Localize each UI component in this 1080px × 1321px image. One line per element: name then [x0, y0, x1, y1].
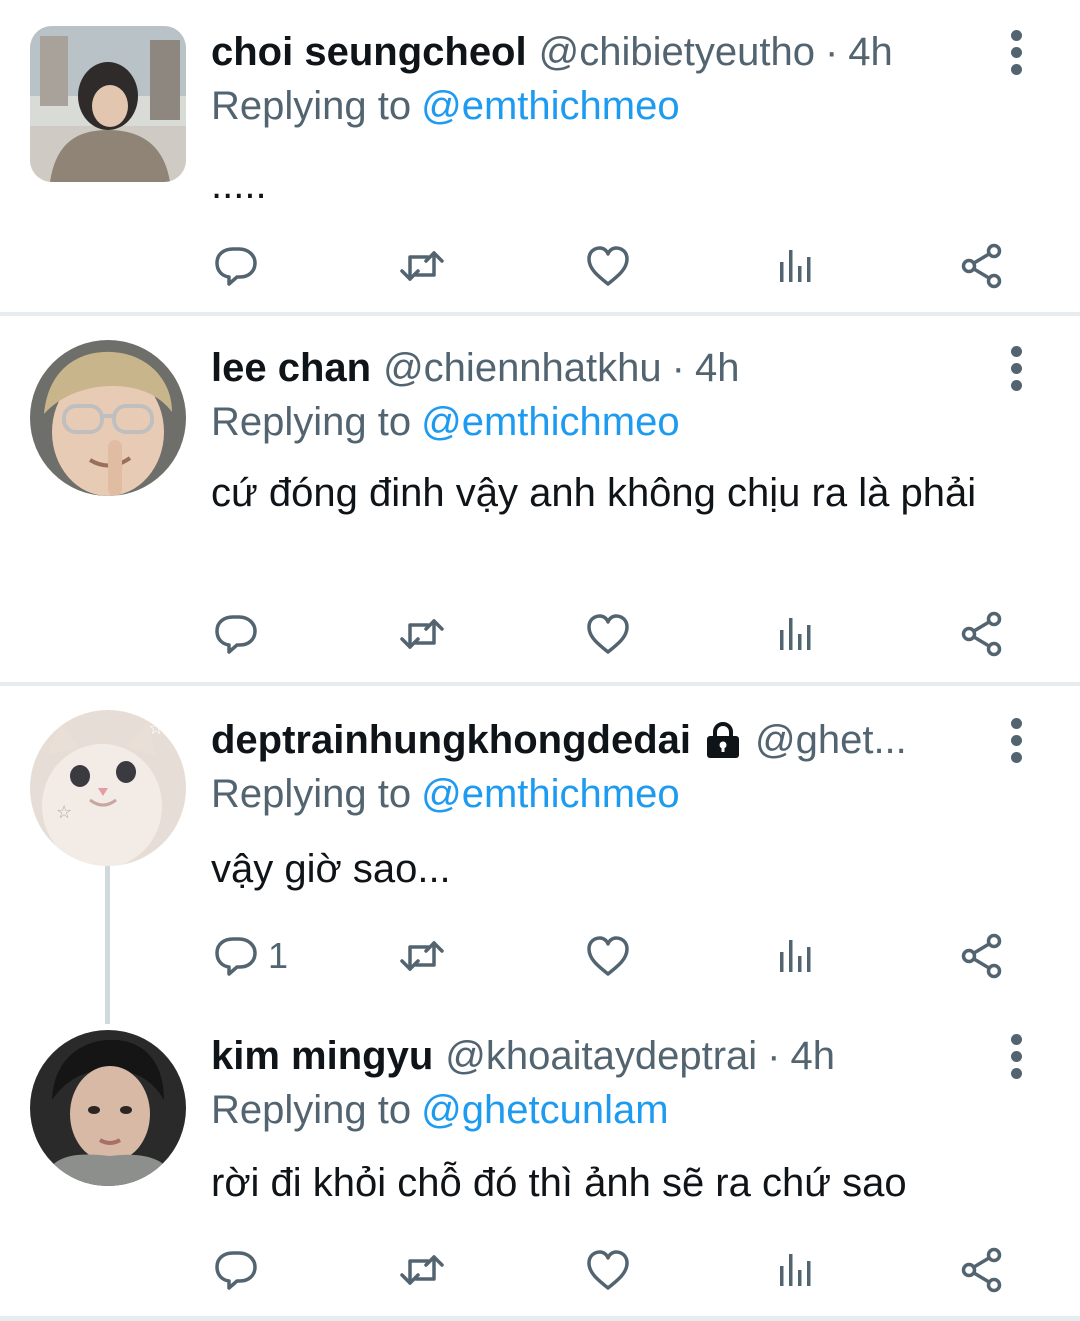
user-handle[interactable]: @chiennhatkhu — [383, 340, 662, 396]
reply-icon — [215, 247, 257, 286]
avatar[interactable] — [30, 1030, 186, 1186]
more-options-icon[interactable] — [998, 340, 1034, 396]
separator-dot: · — [671, 346, 685, 390]
user-handle[interactable]: @chibietyeutho — [539, 24, 815, 80]
tweet[interactable]: ☆ ☆ deptrainhungkhongdedai @ghet... Repl… — [0, 686, 1080, 1016]
tweet-header: kim mingyu @khoaitaydeptrai · 4h — [211, 1028, 960, 1084]
like-button[interactable] — [584, 236, 632, 296]
like-icon — [587, 1250, 629, 1290]
retweet-icon — [400, 619, 444, 649]
thread-connector — [105, 866, 110, 1024]
retweet-icon — [400, 941, 444, 971]
tweet-text: ..... — [211, 163, 267, 207]
display-name[interactable]: kim mingyu — [211, 1028, 433, 1084]
share-button[interactable] — [958, 236, 1006, 296]
mention-link[interactable]: @ghetcunlam — [421, 1088, 668, 1132]
retweet-icon — [400, 251, 444, 281]
analytics-icon — [780, 940, 811, 972]
user-handle[interactable]: @khoaitaydeptrai — [445, 1028, 757, 1084]
share-icon — [961, 243, 1002, 289]
replying-label: Replying to — [211, 400, 412, 444]
replying-label: Replying to — [211, 84, 412, 128]
svg-text:☆: ☆ — [56, 802, 72, 823]
reply-icon — [215, 1251, 257, 1290]
avatar[interactable] — [30, 26, 186, 182]
action-bar — [0, 236, 1080, 296]
user-handle[interactable]: @ghet... — [755, 712, 907, 768]
replying-to: Replying to @ghetcunlam — [211, 1082, 669, 1138]
mention-link[interactable]: @emthichmeo — [421, 772, 679, 816]
retweet-button[interactable] — [398, 1240, 446, 1300]
separator-dot: · — [767, 1034, 781, 1078]
retweet-button[interactable] — [398, 604, 446, 664]
replying-to: Replying to @emthichmeo — [211, 394, 680, 450]
share-icon — [961, 611, 1002, 657]
more-options-icon[interactable] — [998, 24, 1034, 80]
tweet[interactable]: lee chan @chiennhatkhu · 4h Replying to @… — [0, 316, 1080, 682]
tweet[interactable]: kim mingyu @khoaitaydeptrai · 4h Replyin… — [0, 1004, 1080, 1316]
timestamp[interactable]: 4h — [695, 340, 740, 396]
retweet-button[interactable] — [398, 236, 446, 296]
replying-to: Replying to @emthichmeo — [211, 78, 680, 134]
mention-link[interactable]: @emthichmeo — [421, 400, 679, 444]
analytics-icon — [780, 250, 811, 282]
share-icon — [961, 933, 1002, 979]
separator-dot: · — [824, 30, 839, 74]
retweet-icon — [400, 1255, 444, 1285]
svg-text:☆: ☆ — [148, 718, 164, 739]
tweet[interactable]: choi seungcheol @chibietyeutho · 4h Repl… — [0, 0, 1080, 312]
analytics-button[interactable] — [772, 1240, 820, 1300]
like-icon — [587, 936, 629, 976]
action-bar — [0, 604, 1080, 664]
analytics-button[interactable] — [772, 926, 820, 986]
like-icon — [587, 246, 629, 286]
replying-label: Replying to — [211, 1088, 412, 1132]
reply-button[interactable] — [212, 1240, 268, 1300]
like-button[interactable] — [584, 926, 632, 986]
tweet-text: rời đi khỏi chỗ đó thì ảnh sẽ ra chứ sao — [211, 1161, 907, 1205]
display-name[interactable]: choi seungcheol — [211, 24, 527, 80]
replying-label: Replying to — [211, 772, 412, 816]
tweet-header: choi seungcheol @chibietyeutho · 4h — [211, 24, 960, 80]
like-icon — [587, 614, 629, 654]
like-button[interactable] — [584, 604, 632, 664]
tweet-header: deptrainhungkhongdedai @ghet... — [211, 712, 960, 768]
display-name[interactable]: deptrainhungkhongdedai — [211, 712, 691, 768]
retweet-button[interactable] — [398, 926, 446, 986]
reply-button[interactable]: 1 — [212, 926, 288, 986]
reply-count: 1 — [268, 935, 289, 976]
avatar[interactable] — [30, 340, 186, 496]
display-name[interactable]: lee chan — [211, 340, 371, 396]
share-button[interactable] — [958, 926, 1006, 986]
timestamp[interactable]: 4h — [848, 24, 893, 80]
tweet-text: cứ đóng đinh vậy anh không chịu ra là ph… — [211, 471, 977, 515]
reply-button[interactable] — [212, 236, 268, 296]
tweet-header: lee chan @chiennhatkhu · 4h — [211, 340, 960, 396]
action-bar — [0, 1240, 1080, 1300]
mention-link[interactable]: @emthichmeo — [421, 84, 679, 128]
lock-icon — [706, 721, 739, 758]
reply-icon — [215, 615, 257, 654]
avatar[interactable]: ☆ ☆ — [30, 710, 186, 866]
timestamp[interactable]: 4h — [791, 1028, 836, 1084]
more-options-icon[interactable] — [998, 1028, 1034, 1084]
reply-icon — [215, 937, 257, 976]
action-bar: 1 — [0, 926, 1080, 986]
replying-to: Replying to @emthichmeo — [211, 766, 680, 822]
share-button[interactable] — [958, 604, 1006, 664]
more-options-icon[interactable] — [998, 712, 1034, 768]
tweet-text: vậy giờ sao... — [211, 847, 451, 891]
analytics-button[interactable] — [772, 604, 820, 664]
share-icon — [961, 1247, 1002, 1293]
like-button[interactable] — [584, 1240, 632, 1300]
analytics-icon — [780, 618, 811, 650]
analytics-icon — [780, 1254, 811, 1286]
divider — [0, 1316, 1080, 1321]
reply-button[interactable] — [212, 604, 268, 664]
analytics-button[interactable] — [772, 236, 820, 296]
share-button[interactable] — [958, 1240, 1006, 1300]
